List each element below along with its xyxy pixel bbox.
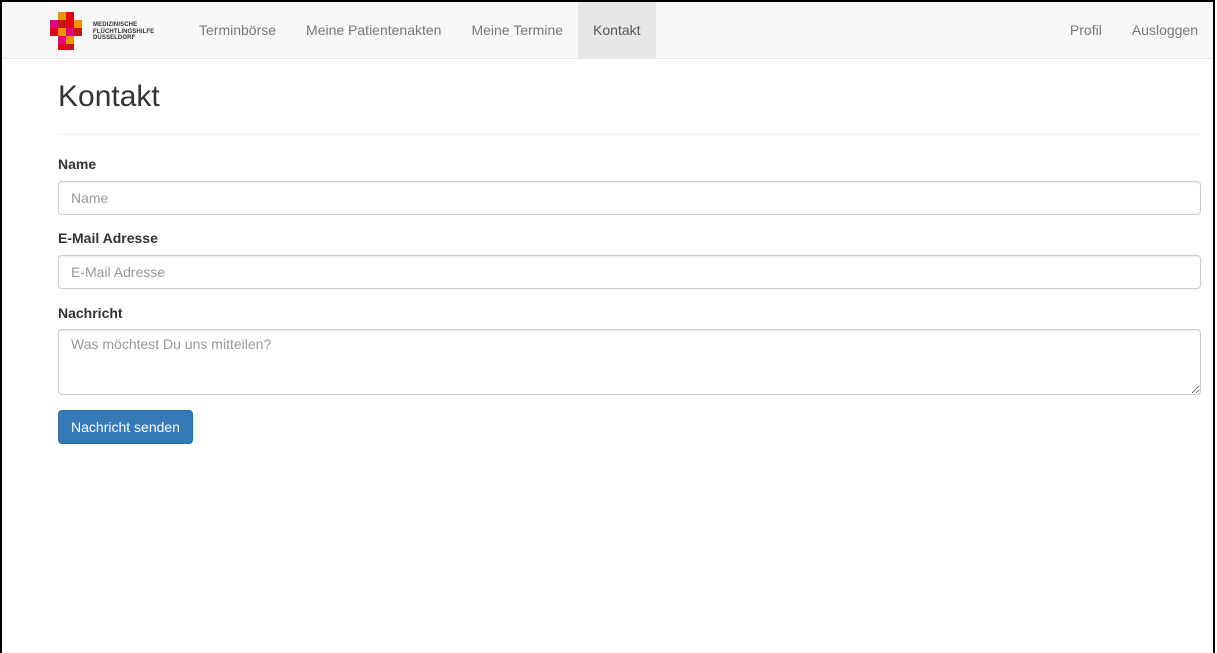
message-textarea[interactable]: [58, 329, 1201, 395]
nav-item-kontakt[interactable]: Kontakt: [578, 2, 656, 58]
message-label: Nachricht: [58, 305, 123, 321]
window-frame: [0, 0, 1215, 653]
nav-item-profil[interactable]: Profil: [1055, 2, 1117, 58]
name-label: Name: [58, 156, 97, 172]
email-label: E-Mail Adresse: [58, 230, 158, 246]
title-divider: [58, 134, 1201, 135]
email-input[interactable]: [58, 255, 1201, 289]
brand-line-3: DÜSSELDORF: [93, 35, 136, 41]
logo-cross-icon: [50, 12, 82, 50]
nav-user: Profil Ausloggen: [1055, 2, 1213, 58]
nav-main: Terminbörse Meine Patientenakten Meine T…: [184, 2, 656, 58]
navbar: MEDIZINISCHE FLÜCHTLINGSHILFE DÜSSELDORF…: [2, 2, 1213, 59]
name-input[interactable]: [58, 181, 1201, 215]
nav-item-ausloggen[interactable]: Ausloggen: [1117, 2, 1213, 58]
nav-item-meine-termine[interactable]: Meine Termine: [456, 2, 578, 58]
page-title: Kontakt: [58, 80, 160, 113]
nav-item-meine-patientenakten[interactable]: Meine Patientenakten: [291, 2, 456, 58]
nav-item-terminboerse[interactable]: Terminbörse: [184, 2, 291, 58]
brand-logo-link[interactable]: MEDIZINISCHE FLÜCHTLINGSHILFE DÜSSELDORF: [48, 12, 168, 50]
send-message-button[interactable]: Nachricht senden: [58, 410, 193, 444]
brand-text: MEDIZINISCHE FLÜCHTLINGSHILFE DÜSSELDORF: [93, 22, 168, 42]
